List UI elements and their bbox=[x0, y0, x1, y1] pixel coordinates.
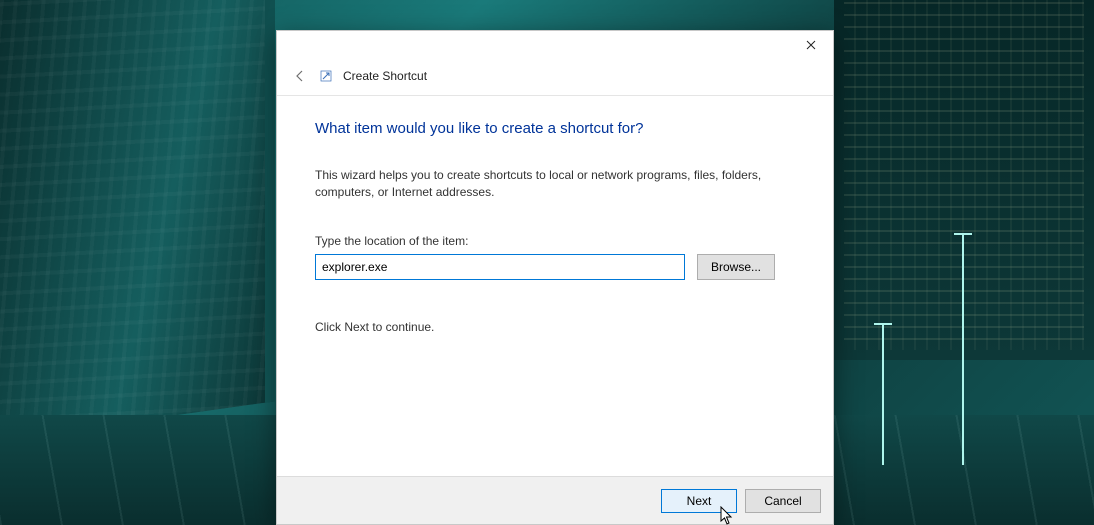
location-row: Browse... bbox=[315, 254, 795, 280]
next-button[interactable]: Next bbox=[661, 489, 737, 513]
wizard-description: This wizard helps you to create shortcut… bbox=[315, 167, 785, 202]
dialog-nav: Create Shortcut bbox=[277, 61, 833, 96]
location-input[interactable] bbox=[315, 254, 685, 280]
location-label: Type the location of the item: bbox=[315, 234, 795, 248]
desktop-background: Create Shortcut What item would you like… bbox=[0, 0, 1094, 525]
bg-building-right bbox=[834, 0, 1094, 360]
create-shortcut-dialog: Create Shortcut What item would you like… bbox=[276, 30, 834, 525]
shortcut-icon bbox=[319, 69, 333, 83]
dialog-content: What item would you like to create a sho… bbox=[277, 96, 833, 476]
dialog-footer: Next Cancel bbox=[277, 476, 833, 524]
back-arrow-icon bbox=[293, 69, 307, 83]
bg-building-left bbox=[0, 0, 275, 440]
bg-streetlight bbox=[962, 235, 964, 465]
dialog-title: Create Shortcut bbox=[343, 69, 427, 83]
bg-streetlight bbox=[882, 325, 884, 465]
browse-button[interactable]: Browse... bbox=[697, 254, 775, 280]
cancel-button[interactable]: Cancel bbox=[745, 489, 821, 513]
back-button[interactable] bbox=[291, 67, 309, 85]
continue-hint: Click Next to continue. bbox=[315, 320, 795, 334]
close-icon bbox=[806, 40, 816, 50]
dialog-titlebar bbox=[277, 31, 833, 61]
page-heading: What item would you like to create a sho… bbox=[315, 120, 795, 137]
close-button[interactable] bbox=[788, 31, 833, 59]
